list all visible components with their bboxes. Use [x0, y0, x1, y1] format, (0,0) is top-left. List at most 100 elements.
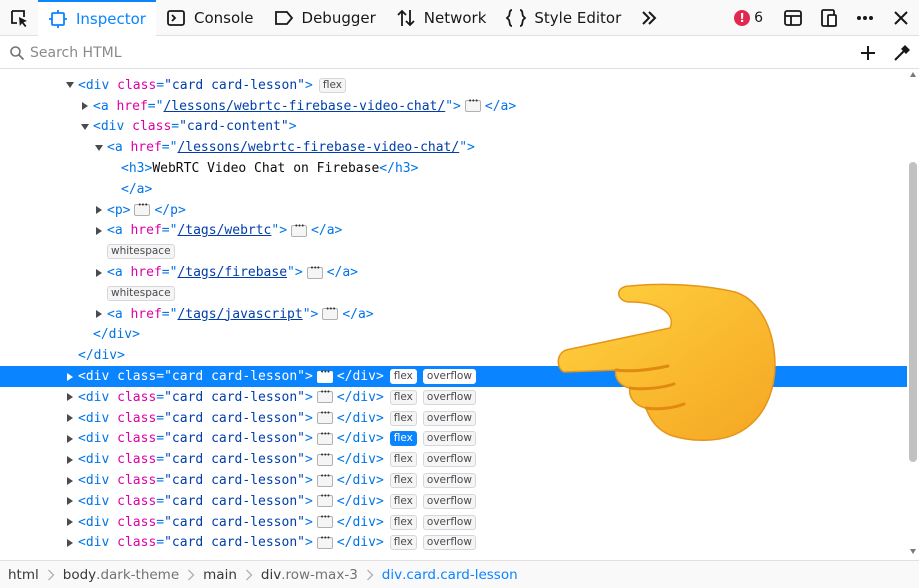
close-toolbox-button[interactable]	[883, 0, 919, 36]
markup-node-row[interactable]: <div class="card card-lesson"></div>flex…	[0, 533, 907, 554]
markup-space	[123, 140, 131, 155]
collapsed-twisty-icon[interactable]	[64, 537, 76, 549]
collapsed-children-ellipsis-icon[interactable]	[316, 409, 333, 425]
element-picker-button[interactable]	[0, 0, 38, 36]
responsive-design-icon	[821, 8, 837, 27]
collapsed-twisty-icon[interactable]	[64, 516, 76, 528]
collapsed-twisty-icon[interactable]	[93, 204, 105, 216]
expanded-twisty-icon[interactable]	[93, 142, 105, 154]
markup-node-row[interactable]: < a href ="/lessons/webrtc-firebase-video-…	[0, 96, 907, 117]
tag-name: a	[342, 265, 351, 281]
collapsed-children-ellipsis-icon[interactable]	[316, 430, 333, 445]
attribute-link[interactable]: /tags/firebase	[177, 265, 287, 280]
flex-badge[interactable]: flex	[389, 389, 417, 405]
markup-node-row[interactable]: </a >	[0, 179, 907, 200]
collapsed-children-ellipsis-icon[interactable]	[306, 264, 323, 279]
flex-badge[interactable]: flex	[389, 514, 417, 530]
collapsed-twisty-icon[interactable]	[64, 433, 76, 445]
markup-scrollbar[interactable]	[907, 70, 919, 556]
breadcrumb-item-html[interactable]: html	[8, 567, 39, 583]
attribute-name: href	[130, 223, 162, 239]
markup-node-row[interactable]: < a href ="/lessons/webrtc-firebase-video-…	[0, 137, 907, 158]
collapsed-children-ellipsis-icon[interactable]	[316, 388, 333, 404]
markup-node-row[interactable]: <p></p>	[0, 200, 907, 221]
collapsed-twisty-icon[interactable]	[64, 371, 76, 383]
markup-space	[123, 307, 131, 322]
flex-badge[interactable]: flex	[389, 535, 417, 551]
markup-node-row[interactable]: <div class="card card-lesson"></div>flex…	[0, 470, 907, 491]
markup-punctuation: >	[305, 493, 313, 509]
markup-node-row[interactable]: <div class="card card-lesson"></div>flex…	[0, 512, 907, 533]
more-tools-button[interactable]	[631, 0, 667, 36]
markup-node-row[interactable]: <a href="/tags/webrtc"></a>	[0, 221, 907, 242]
breadcrumb-item-div[interactable]: div .row-max-3	[261, 567, 358, 583]
collapsed-children-ellipsis-icon[interactable]	[291, 222, 308, 237]
overflow-badge: overflow	[422, 389, 476, 405]
expanded-twisty-icon[interactable]	[64, 79, 76, 91]
markup-node-row[interactable]: < div class = "card card-lesson" > flex	[0, 75, 907, 96]
expanded-twisty-icon[interactable]	[79, 121, 91, 133]
collapsed-children-ellipsis-icon[interactable]	[316, 472, 333, 487]
tab-inspector[interactable]: Inspector	[38, 0, 156, 36]
scroll-down-arrow-icon[interactable]	[910, 549, 916, 554]
attribute-value: "card-content"	[179, 119, 289, 135]
split-console-button[interactable]	[775, 0, 811, 36]
flex-badge[interactable]: flex	[389, 493, 417, 509]
breadcrumb-item-main[interactable]: main	[203, 567, 237, 583]
attribute-link[interactable]: /lessons/webrtc-firebase-video-chat/	[163, 99, 445, 114]
markup-node-row[interactable]: < div class = "card-content" >	[0, 117, 907, 138]
collapsed-twisty-icon[interactable]	[64, 391, 76, 403]
flex-badge[interactable]: flex	[389, 431, 417, 447]
clipped-row-fragment	[380, 70, 560, 72]
collapsed-twisty-icon[interactable]	[93, 225, 105, 237]
markup-node-row[interactable]: < h3 > WebRTC Video Chat on Firebase </h3 >	[0, 158, 907, 179]
markup-node-row[interactable]: <div class="card card-lesson"></div>flex…	[0, 449, 907, 470]
collapsed-children-ellipsis-icon[interactable]	[316, 492, 333, 508]
flex-badge[interactable]: flex	[389, 369, 417, 385]
markup-punctuation: =	[156, 514, 165, 530]
collapsed-twisty-icon[interactable]	[64, 454, 76, 466]
eyedropper-button[interactable]	[885, 37, 919, 69]
collapsed-twisty-icon[interactable]	[64, 475, 76, 487]
collapsed-children-ellipsis-icon[interactable]	[316, 451, 333, 466]
collapsed-children-ellipsis-icon[interactable]	[316, 513, 333, 529]
collapsed-children-ellipsis-icon[interactable]	[322, 305, 339, 321]
toolbox-menu-button[interactable]	[847, 0, 883, 36]
attribute-link[interactable]: /tags/webrtc	[177, 223, 271, 238]
scrollbar-thumb[interactable]	[909, 162, 917, 462]
error-count-button[interactable]: ! 6	[734, 9, 763, 26]
collapsed-twisty-icon[interactable]	[93, 267, 105, 279]
tab-network[interactable]: Network	[386, 0, 497, 36]
scroll-up-arrow-icon[interactable]	[910, 72, 916, 77]
collapsed-twisty-icon[interactable]	[64, 412, 76, 424]
responsive-design-button[interactable]	[811, 0, 847, 36]
collapsed-children-ellipsis-icon[interactable]	[316, 534, 333, 549]
flex-badge[interactable]: flex	[318, 77, 346, 93]
attribute-link[interactable]: /lessons/webrtc-firebase-video-chat/	[177, 140, 459, 155]
collapsed-children-ellipsis-icon[interactable]	[464, 97, 481, 113]
flex-badge[interactable]: flex	[389, 410, 417, 426]
tab-style-editor[interactable]: Style Editor	[496, 0, 631, 36]
collapsed-twisty-icon[interactable]	[64, 495, 76, 507]
search-html-input[interactable]	[30, 44, 851, 61]
attribute-name: class	[117, 410, 157, 426]
error-icon: !	[734, 9, 751, 26]
collapsed-children-ellipsis-icon[interactable]	[316, 368, 333, 383]
collapsed-twisty-icon[interactable]	[79, 100, 91, 112]
markup-punctuation: <	[93, 119, 101, 135]
markup-node-row[interactable]: whitespace	[0, 241, 907, 262]
collapsed-twisty-icon[interactable]	[93, 308, 105, 320]
tab-console[interactable]: Console	[156, 0, 264, 36]
tab-debugger[interactable]: Debugger	[264, 0, 386, 36]
add-node-button[interactable]	[851, 37, 885, 69]
breadcrumb-item-body[interactable]: body .dark-theme	[63, 567, 179, 583]
flex-badge[interactable]: flex	[389, 473, 417, 489]
devtools-toolbar: Inspector Console Debugger Network Style…	[0, 0, 919, 36]
markup-node-row[interactable]: <div class="card card-lesson"></div>flex…	[0, 491, 907, 512]
breadcrumb-item-div[interactable]: div .card.card-lesson	[382, 567, 518, 583]
flex-badge[interactable]: flex	[389, 452, 417, 468]
collapsed-children-ellipsis-icon[interactable]	[134, 201, 151, 217]
attribute-link[interactable]: /tags/javascript	[177, 307, 302, 322]
markup-punctuation: >	[122, 202, 131, 218]
